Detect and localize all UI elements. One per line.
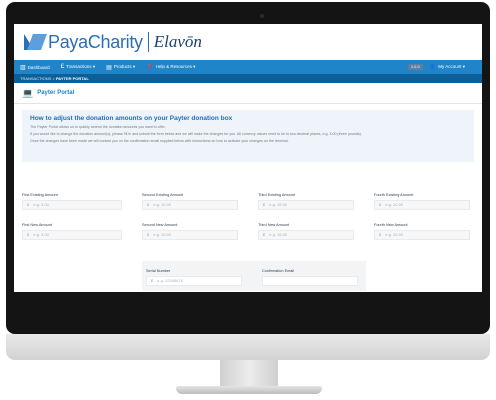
dashboard-icon: ▥ (20, 64, 26, 71)
nav-products[interactable]: ▤ Products ▾ (106, 64, 135, 71)
nav-help[interactable]: ❓ Help & Resources ▾ (146, 64, 195, 71)
nav-help-label: Help & Resources ▾ (155, 64, 196, 69)
fourth-existing-input[interactable]: £ e.g. 20.00 (374, 200, 470, 210)
user-icon: 👤 (428, 64, 437, 71)
nav-right: 1.0.0 👤 My Account ▾ (407, 64, 476, 71)
nav-dashboard-label: Dashboard (27, 64, 50, 70)
laptop-icon: 💻 (22, 87, 34, 98)
nav-products-label: Products ▾ (113, 64, 136, 69)
second-new-field: Second New Amount £ e.g. 10.00 (142, 223, 238, 240)
monitor-chin (6, 334, 490, 360)
confirmation-email-field: Confirmation Email (262, 269, 358, 286)
top-nav: ▥ Dashboard £ Transactions ▾ ▤ Products … (14, 60, 482, 74)
monitor-stand-foot (176, 386, 322, 394)
camera-icon (260, 14, 264, 18)
breadcrumb-transactions[interactable]: TRANSACTIONS (20, 76, 51, 81)
third-existing-field: Third Existing Amount £ e.g. 15.00 (258, 193, 354, 210)
amount-form: First Existing Amount £ e.g. 3.00 Second … (22, 193, 470, 291)
brand-name: PayaCharity (48, 31, 143, 52)
third-new-label: Third New Amount (258, 223, 290, 227)
breadcrumb-separator: > (52, 76, 55, 81)
serial-number-input[interactable]: £ e.g. 12345678 (146, 276, 242, 286)
serial-number-label: Serial Number (146, 269, 171, 273)
fourth-new-label: Fourth New Amount (374, 223, 408, 227)
page-title: Payter Portal (37, 90, 75, 96)
info-paragraph-3: Once the changes have been made we will … (30, 139, 289, 143)
breadcrumb: TRANSACTIONS > PAYTER PORTAL (14, 74, 482, 83)
second-existing-input[interactable]: £ e.g. 10.00 (142, 200, 238, 210)
info-paragraph-2: If you would like to change the donation… (30, 132, 362, 136)
paya-logo-icon (24, 34, 47, 50)
breadcrumb-current: PAYTER PORTAL (55, 76, 89, 81)
fourth-existing-label: Fourth Existing Amount (374, 193, 414, 197)
fourth-new-field: Fourth New Amount £ e.g. 20.00 (374, 223, 470, 240)
products-icon: ▤ (106, 64, 112, 71)
serial-number-field: Serial Number £ e.g. 12345678 (146, 269, 242, 286)
monitor-stand-neck (220, 360, 278, 388)
brand-divider (147, 32, 149, 52)
third-new-field: Third New Amount £ e.g. 15.00 (258, 223, 354, 240)
third-existing-input[interactable]: £ e.g. 15.00 (258, 200, 354, 210)
first-new-input[interactable]: £ e.g. 3.00 (22, 230, 122, 240)
first-existing-field: First Existing Amount £ e.g. 3.00 (22, 193, 122, 210)
info-panel: How to adjust the donation amounts on yo… (22, 110, 474, 162)
first-existing-input[interactable]: £ e.g. 3.00 (22, 200, 122, 210)
info-heading: How to adjust the donation amounts on yo… (30, 115, 233, 122)
help-icon: ❓ (146, 64, 154, 71)
pound-icon: £ (60, 64, 65, 70)
nav-dashboard[interactable]: ▥ Dashboard (20, 64, 50, 71)
page-title-bar: 💻 Payter Portal (14, 83, 482, 104)
first-existing-label: First Existing Amount (22, 193, 58, 197)
fourth-new-input[interactable]: £ e.g. 20.00 (374, 230, 470, 240)
third-existing-label: Third Existing Amount (258, 193, 295, 197)
fourth-existing-field: Fourth Existing Amount £ e.g. 20.00 (374, 193, 470, 210)
version-badge: 1.0.0 (407, 64, 423, 70)
brand-header: PayaCharity Elavōn (14, 24, 482, 60)
second-new-input[interactable]: £ e.g. 10.00 (142, 230, 238, 240)
my-account-label: My Account ▾ (438, 64, 465, 69)
nav-transactions[interactable]: £ Transactions ▾ (61, 64, 95, 70)
first-new-field: First New Amount £ e.g. 3.00 (22, 223, 122, 240)
info-paragraph-1: The Payter Portal allows us to quickly a… (30, 125, 166, 129)
second-new-label: Second New Amount (142, 223, 178, 227)
second-existing-field: Second Existing Amount £ e.g. 10.00 (142, 193, 238, 210)
first-new-label: First New Amount (22, 223, 52, 227)
nav-transactions-label: Transactions ▾ (66, 64, 96, 69)
third-new-input[interactable]: £ e.g. 15.00 (258, 230, 354, 240)
my-account-menu[interactable]: 👤 My Account ▾ (429, 64, 465, 71)
confirmation-email-input[interactable] (262, 276, 358, 286)
confirmation-email-label: Confirmation Email (262, 269, 295, 273)
elavon-logo: Elavōn (153, 32, 202, 51)
second-existing-label: Second Existing Amount (142, 193, 184, 197)
